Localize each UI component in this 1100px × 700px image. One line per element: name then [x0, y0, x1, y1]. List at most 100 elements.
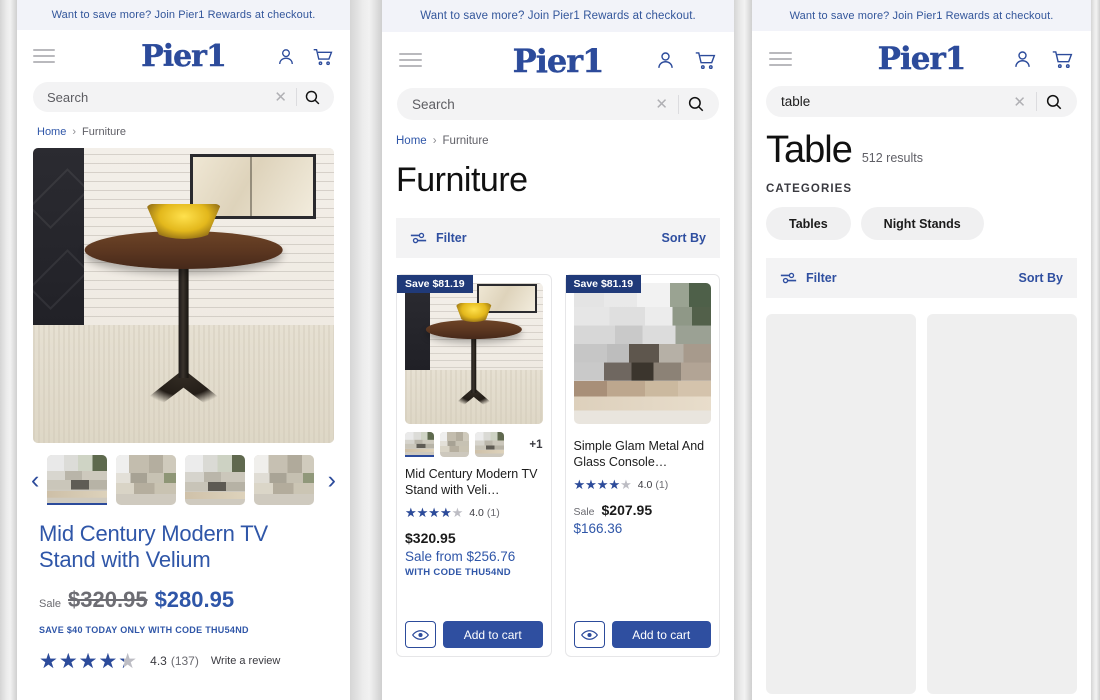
- results-skeleton-grid: [766, 314, 1077, 694]
- card-thumbnail-list: +1: [405, 432, 543, 457]
- card-rating: ★★★★★★★★★★ 4.0 (1): [574, 477, 712, 493]
- hamburger-menu-icon[interactable]: [33, 49, 55, 63]
- user-account-icon[interactable]: [1012, 48, 1033, 70]
- search-input[interactable]: table: [781, 94, 1003, 109]
- gutter-1: [350, 0, 382, 700]
- card-title[interactable]: Mid Century Modern TV Stand with Veli…: [405, 466, 543, 498]
- chevron-right-icon[interactable]: ›: [328, 466, 336, 495]
- card-promo-code: WITH CODE THU54ND: [405, 567, 511, 578]
- results-count: 512 results: [861, 151, 923, 165]
- filter-sort-bar: Filter Sort By: [766, 258, 1077, 298]
- breadcrumb-home[interactable]: Home: [37, 126, 66, 138]
- quick-view-button[interactable]: [573, 621, 605, 648]
- product-image[interactable]: [405, 283, 543, 424]
- shopping-cart-icon[interactable]: [312, 46, 334, 67]
- promo-banner-text: Want to save more? Join Pier1 Rewards at…: [51, 9, 316, 21]
- hamburger-menu-icon[interactable]: [769, 51, 792, 66]
- filter-button[interactable]: Filter: [780, 271, 837, 285]
- breadcrumb: Home › Furniture: [396, 135, 734, 147]
- clear-x-icon[interactable]: ✕: [645, 95, 678, 113]
- hamburger-menu-icon[interactable]: [399, 53, 422, 67]
- search-bar[interactable]: Search ✕: [33, 82, 334, 112]
- category-pill-night-stands[interactable]: Night Stands: [860, 207, 984, 240]
- search-query-title: Table: [766, 129, 853, 171]
- filter-button[interactable]: Filter: [410, 231, 467, 245]
- review-count: (1): [486, 507, 500, 519]
- quick-view-eye-icon: [412, 629, 429, 640]
- filter-sort-bar: Filter Sort By: [396, 218, 720, 258]
- product-card[interactable]: Save $81.19 +1 Mid Century Modern TV Sta…: [396, 274, 552, 657]
- savings-badge: Save $81.19: [565, 275, 642, 293]
- shopping-cart-icon[interactable]: [694, 49, 717, 71]
- quick-view-button[interactable]: [405, 621, 436, 648]
- pier1-logo[interactable]: Pier1: [877, 41, 966, 77]
- sort-by-button[interactable]: Sort By: [662, 231, 706, 245]
- product-grid: Save $81.19 +1 Mid Century Modern TV Sta…: [396, 274, 720, 657]
- product-card[interactable]: Save $81.19 Simple Glam Metal And Glass …: [564, 274, 720, 657]
- rating-value: 4.0: [637, 479, 653, 491]
- shopping-cart-icon[interactable]: [1051, 48, 1074, 70]
- review-count: (137): [170, 654, 199, 669]
- promo-banner-text: Want to save more? Join Pier1 Rewards at…: [789, 9, 1054, 22]
- promo-banner: Want to save more? Join Pier1 Rewards at…: [752, 0, 1091, 31]
- thumbnail-item[interactable]: [47, 455, 108, 505]
- breadcrumb-current: Furniture: [82, 126, 127, 138]
- card-thumbnail[interactable]: [405, 432, 434, 457]
- card-thumbnail[interactable]: [475, 432, 504, 457]
- card-actions: Add to cart: [573, 621, 711, 648]
- chevron-left-icon[interactable]: ‹: [31, 466, 39, 495]
- card-thumbnail[interactable]: [440, 432, 469, 457]
- card-sale-price: Sale from $256.76: [405, 549, 516, 564]
- user-account-icon[interactable]: [276, 46, 296, 67]
- right-gutter: [1091, 0, 1100, 700]
- product-hero-image[interactable]: [33, 148, 334, 443]
- promo-banner: Want to save more? Join Pier1 Rewards at…: [17, 0, 350, 30]
- card-actions: Add to cart: [405, 621, 543, 648]
- search-input[interactable]: Search: [412, 97, 645, 112]
- add-to-cart-button[interactable]: Add to cart: [443, 621, 543, 648]
- card-original-price: $207.95: [601, 502, 653, 518]
- gutter-2: [734, 0, 752, 700]
- skeleton-card: [766, 314, 916, 694]
- thumbnail-item[interactable]: [254, 455, 315, 505]
- search-input[interactable]: Search: [47, 90, 265, 105]
- sale-price: $280.95: [154, 586, 235, 612]
- card-title[interactable]: Simple Glam Metal And Glass Console…: [574, 438, 712, 470]
- original-price: $320.95: [68, 586, 148, 612]
- star-rating: ★★★★★ ★★★★★: [39, 649, 139, 673]
- promo-code-text: SAVE $40 TODAY ONLY WITH CODE THU54ND: [39, 624, 249, 635]
- clear-x-icon[interactable]: ✕: [265, 88, 296, 106]
- card-price-block: Sale $207.95: [574, 502, 712, 518]
- breadcrumb-home[interactable]: Home: [396, 135, 427, 147]
- add-to-cart-button[interactable]: Add to cart: [611, 621, 711, 648]
- breadcrumb: Home › Furniture: [37, 126, 350, 138]
- search-magnifier-icon[interactable]: [1045, 93, 1063, 111]
- rating-row: ★★★★★ ★★★★★ 4.3 (137) Write a review: [39, 649, 328, 674]
- search-magnifier-icon[interactable]: [304, 89, 321, 106]
- card-rating: ★★★★★★★★★★ 4.0 (1): [405, 505, 543, 521]
- product-image[interactable]: [573, 283, 711, 424]
- phone-screen-search-results: Want to save more? Join Pier1 Rewards at…: [752, 0, 1091, 700]
- site-header: Pier1: [17, 30, 350, 82]
- card-sale-label: Sale: [573, 506, 595, 518]
- write-review-link[interactable]: Write a review: [211, 655, 280, 667]
- quick-view-eye-icon: [580, 629, 598, 640]
- pier1-logo[interactable]: Pier1: [512, 42, 604, 80]
- more-images-count[interactable]: +1: [529, 439, 542, 451]
- site-header: Pier1: [382, 32, 734, 88]
- category-pill-tables[interactable]: Tables: [766, 207, 851, 240]
- clear-x-icon[interactable]: ✕: [1003, 93, 1036, 111]
- thumbnail-item[interactable]: [185, 455, 246, 505]
- sale-label: Sale: [39, 597, 62, 610]
- search-bar[interactable]: Search ✕: [397, 88, 719, 120]
- sort-by-button[interactable]: Sort By: [1019, 271, 1063, 285]
- skeleton-card: [927, 314, 1077, 694]
- card-sale-price: $166.36: [573, 521, 623, 536]
- thumbnail-item[interactable]: [116, 455, 177, 505]
- promo-banner: Want to save more? Join Pier1 Rewards at…: [382, 0, 734, 32]
- pier1-logo[interactable]: Pier1: [141, 39, 227, 74]
- search-magnifier-icon[interactable]: [687, 95, 705, 113]
- breadcrumb-current: Furniture: [442, 135, 489, 147]
- search-bar[interactable]: table ✕: [766, 86, 1077, 117]
- user-account-icon[interactable]: [655, 49, 676, 71]
